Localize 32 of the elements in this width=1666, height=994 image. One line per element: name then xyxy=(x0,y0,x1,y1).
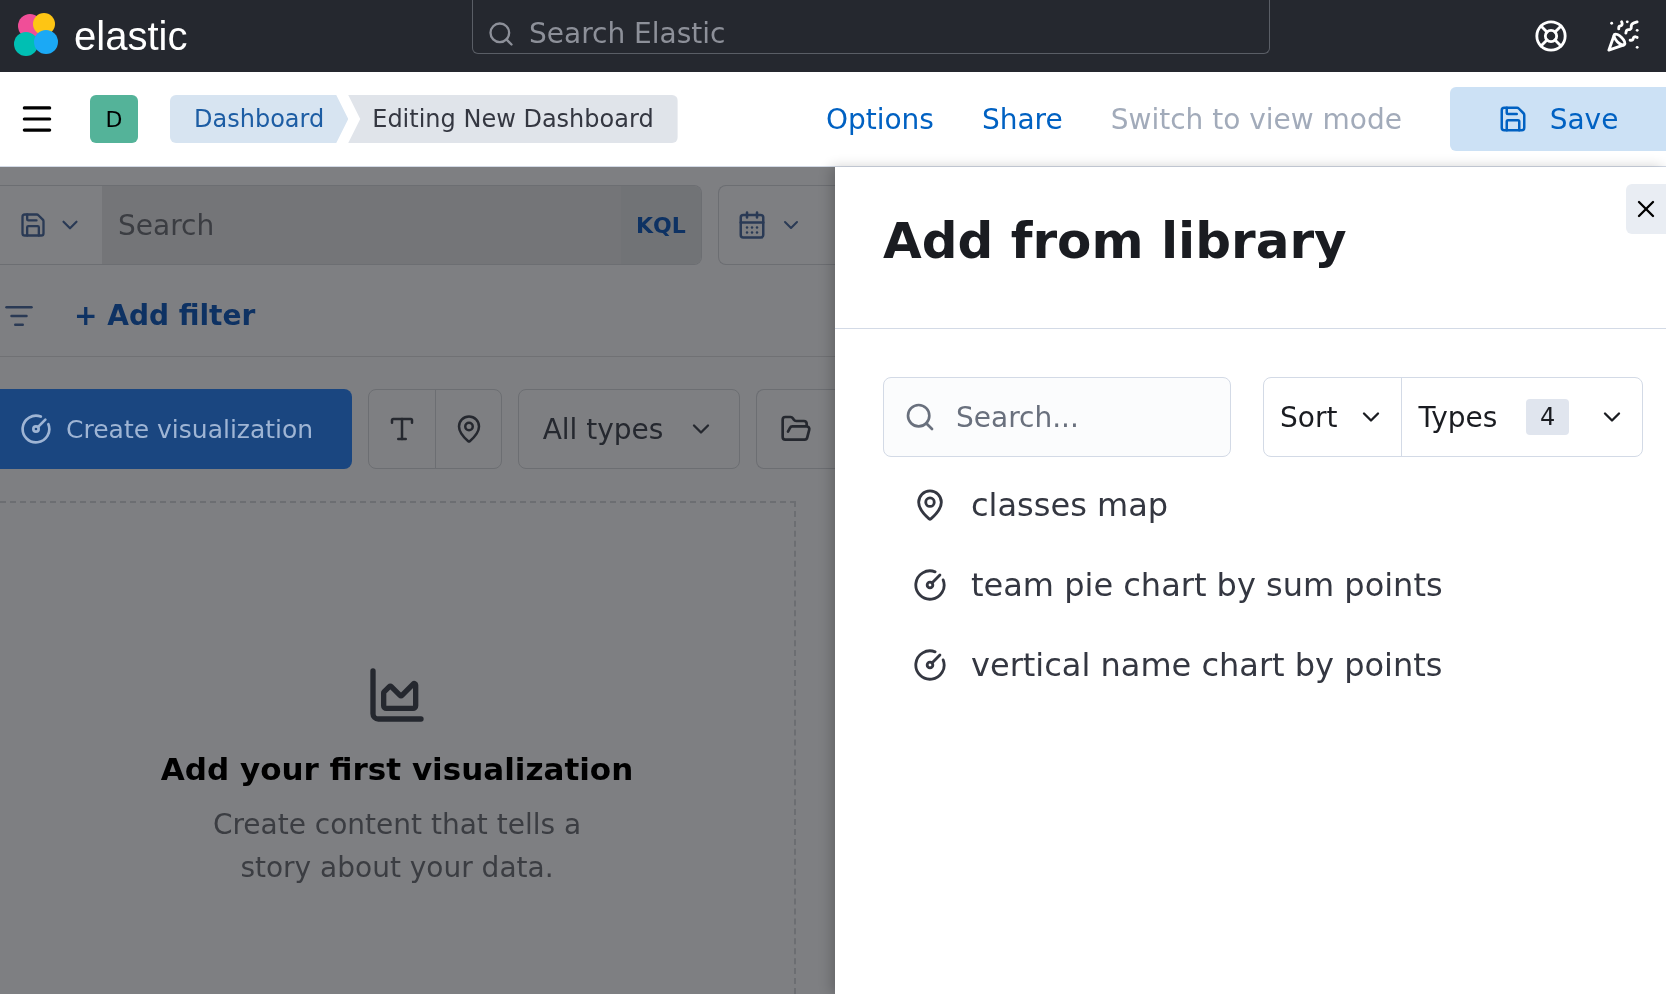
search-icon xyxy=(487,19,515,48)
avatar[interactable]: D xyxy=(90,95,138,143)
search-icon xyxy=(904,401,936,433)
breadcrumb[interactable]: Dashboard xyxy=(170,95,349,143)
count-badge: 4 xyxy=(1526,399,1570,435)
empty-title: Add your first visualization xyxy=(160,751,634,787)
date-picker-button[interactable] xyxy=(717,185,835,265)
types-dropdown[interactable]: All types xyxy=(518,389,740,469)
add-filter-link[interactable]: + Add filter xyxy=(74,299,256,332)
save-button[interactable]: Save xyxy=(1450,87,1666,151)
close-button[interactable] xyxy=(1626,184,1666,234)
library-item[interactable]: vertical name chart by points xyxy=(971,646,1443,684)
empty-description: Create content that tells a story about your data. xyxy=(211,807,583,886)
help-icon[interactable] xyxy=(1534,19,1568,53)
types-button[interactable]: Types 4 xyxy=(1401,378,1642,456)
sort-button[interactable]: Sort xyxy=(1264,378,1402,456)
library-button[interactable] xyxy=(755,389,835,469)
breadcrumb[interactable]: Editing New Dashboard xyxy=(348,95,678,143)
create-visualization-button[interactable]: Create visualization xyxy=(0,389,353,469)
logo-text: elastic xyxy=(74,13,188,59)
header-link[interactable]: Options xyxy=(825,102,934,136)
header-link[interactable]: Share xyxy=(981,102,1063,136)
party-popper-icon[interactable] xyxy=(1606,19,1640,53)
gauge-icon xyxy=(913,568,947,602)
search-field[interactable]: Search Elastic xyxy=(472,0,1270,54)
calendar-icon xyxy=(736,210,767,240)
library-item[interactable]: classes map xyxy=(971,486,1169,524)
gauge-icon xyxy=(913,648,947,682)
gauge-icon xyxy=(20,413,52,445)
search-field[interactable]: Search... xyxy=(883,377,1231,457)
library-item[interactable]: team pie chart by sum points xyxy=(971,566,1443,604)
flyout-title: Add from library xyxy=(883,212,1347,270)
